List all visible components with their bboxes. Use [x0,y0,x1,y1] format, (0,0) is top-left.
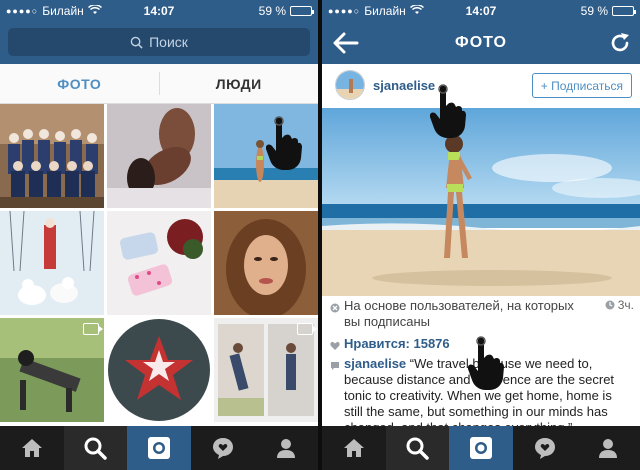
grid-photo-group[interactable] [0,104,104,208]
video-icon [83,323,103,335]
search-input[interactable]: Поиск [8,28,310,56]
tab-search[interactable] [385,426,450,470]
search-icon [406,437,430,460]
battery-icon [612,6,636,16]
tab-activity[interactable] [513,426,577,470]
caption-username[interactable]: sjanaelise [344,356,406,371]
search-icon [130,36,143,49]
home-icon [343,439,364,457]
camera-icon [469,437,492,459]
avatar[interactable] [335,70,365,100]
explore-photo-grid [0,104,318,426]
carrier-name: Билайн [42,4,84,18]
explore-screen: ●●●●○ Билайн 14:07 59 % Поиск ФОТО ЛЮДИ [0,0,318,470]
tab-activity[interactable] [191,426,255,470]
explore-segment-control: ФОТО ЛЮДИ [0,64,318,104]
back-arrow-icon [333,32,359,54]
profile-icon [599,439,618,458]
tab-profile[interactable] [576,426,640,470]
likes-count: Нравится: 15876 [344,336,450,351]
caption-row: sjanaelise “We travel because we need to… [330,356,632,426]
activity-icon [212,438,233,459]
post-header: sjanaelise + Подписаться [322,64,640,108]
video-icon [297,323,317,335]
battery-percent: 59 % [258,4,286,18]
carrier-name: Билайн [364,4,406,18]
grid-photo-body[interactable] [107,104,211,208]
back-button[interactable] [332,31,360,55]
profile-icon [277,439,296,458]
post-time: 3ч. [605,298,634,312]
signal-strength: ●●●●○ [6,6,39,16]
post-username[interactable]: sjanaelise [373,78,435,93]
activity-icon [534,438,555,459]
search-header: Поиск [0,22,318,64]
grid-photo-portrait[interactable] [214,211,318,315]
search-placeholder: Поиск [149,34,188,50]
bottom-tab-bar [322,426,640,470]
suggestion-text: На основе пользователей, на которых вы п… [344,298,574,329]
grid-video-dance[interactable] [214,318,318,422]
wifi-icon [409,3,424,18]
camera-icon [147,437,170,459]
tab-camera[interactable] [449,426,513,470]
likes-row[interactable]: Нравится: 15876 [330,336,632,352]
grid-photo-star-shirt[interactable] [107,318,211,422]
status-bar: ●●●●○ Билайн 14:07 59 % [322,0,640,22]
tab-home[interactable] [322,426,386,470]
status-bar: ●●●●○ Билайн 14:07 59 % [0,0,318,22]
page-title: ФОТО [455,34,507,51]
battery-icon [290,6,314,16]
suggestion-row: На основе пользователей, на которых вы п… [330,298,580,330]
photo-nav-bar: ФОТО [322,22,640,64]
battery-percent: 59 % [580,4,608,18]
comment-icon [330,359,340,370]
follow-button[interactable]: + Подписаться [531,73,632,98]
signal-strength: ●●●●○ [328,6,361,16]
post-time-text: 3ч. [617,298,634,312]
heart-icon [330,339,340,350]
tab-camera[interactable] [127,426,191,470]
post-info: На основе пользователей, на которых вы п… [322,296,640,426]
grid-photo-beach[interactable] [214,104,318,208]
bottom-tab-bar [0,426,318,470]
grid-photo-snow[interactable] [0,211,104,315]
post-photo[interactable] [322,108,640,296]
grid-video-workout[interactable] [0,318,104,422]
refresh-button[interactable] [608,31,632,55]
home-icon [21,439,42,457]
clock-icon [605,300,615,310]
wifi-icon [87,3,102,18]
tab-search[interactable] [63,426,128,470]
grid-photo-phonecases[interactable] [107,211,211,315]
suggestion-icon [330,301,340,313]
tab-photos[interactable]: ФОТО [0,64,159,103]
refresh-icon [611,33,629,52]
tab-home[interactable] [0,426,64,470]
tab-people[interactable]: ЛЮДИ [160,64,319,103]
tab-profile[interactable] [254,426,318,470]
photo-detail-screen: ●●●●○ Билайн 14:07 59 % ФОТО sjanaelise … [322,0,640,470]
search-icon [84,437,108,460]
